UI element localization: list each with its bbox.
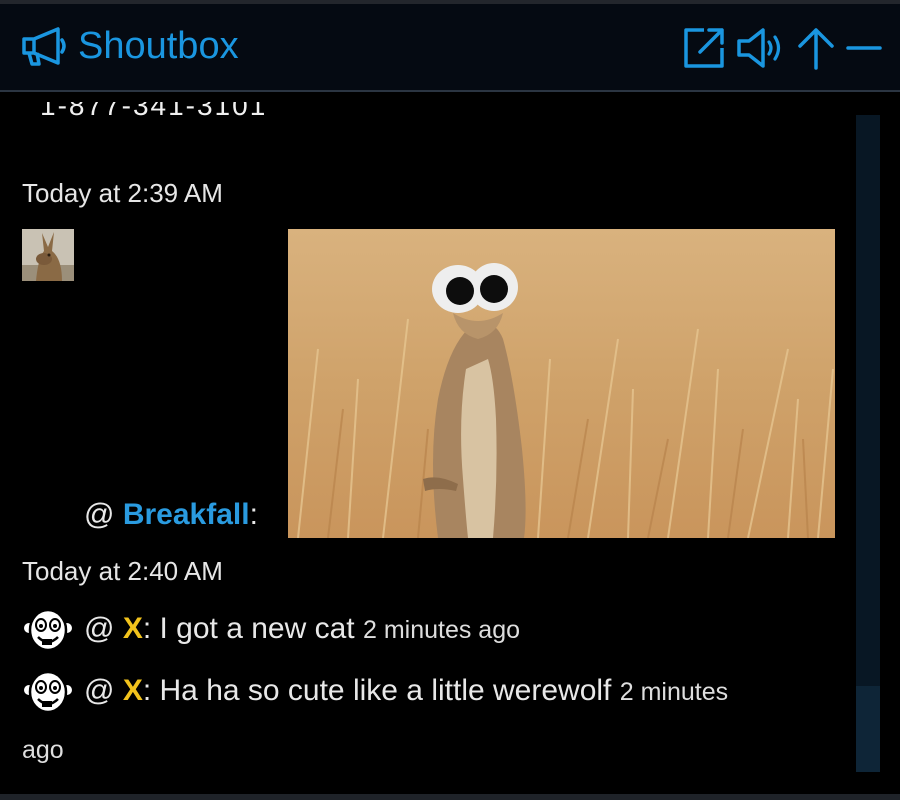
shoutbox-header: Shoutbox xyxy=(0,4,900,92)
message-time: ago xyxy=(22,736,64,764)
clipped-message-text: 1-877-341-3101 xyxy=(40,102,268,121)
avatar[interactable] xyxy=(22,229,74,281)
message-colon: : xyxy=(142,674,152,707)
avatar[interactable] xyxy=(22,606,74,654)
chat-message: @ X: Ha ha so cute like a little werewol… xyxy=(84,674,728,708)
shoutbox-title: Shoutbox xyxy=(78,25,239,67)
message-time: 2 minutes ago xyxy=(362,616,521,644)
message-text: Ha ha so cute like a little werewolf xyxy=(151,674,620,707)
mention-symbol[interactable]: @ xyxy=(84,674,114,707)
mention-symbol[interactable]: @ xyxy=(84,612,114,645)
scrollbar-thumb[interactable] xyxy=(856,686,880,772)
window-bottom-border xyxy=(0,794,900,800)
message-breakfall: @ Breakfall: xyxy=(84,498,258,532)
username-link[interactable]: X xyxy=(123,674,143,707)
scrollbar-track[interactable] xyxy=(856,115,880,772)
popout-icon[interactable] xyxy=(682,26,726,70)
minimize-icon[interactable] xyxy=(846,26,882,70)
avatar[interactable] xyxy=(22,668,74,716)
arrow-up-icon[interactable] xyxy=(796,26,836,70)
mention-symbol[interactable]: @ xyxy=(84,498,114,531)
header-toolbar xyxy=(682,26,882,70)
message-colon: : xyxy=(142,612,152,645)
message-time-wrap: ago xyxy=(22,732,64,766)
username-link[interactable]: X xyxy=(123,612,143,645)
speaker-icon[interactable] xyxy=(736,26,786,70)
timestamp: Today at 2:39 AM xyxy=(22,178,223,208)
message-text: I got a new cat xyxy=(151,612,363,645)
message-colon: : xyxy=(249,498,258,531)
message-time: 2 minutes xyxy=(619,678,729,706)
megaphone-icon xyxy=(22,27,66,66)
username-link[interactable]: Breakfall xyxy=(123,498,250,531)
timestamp: Today at 2:40 AM xyxy=(22,556,223,586)
meerkat-gif-image[interactable] xyxy=(288,229,835,538)
chat-message: @ X: I got a new cat 2 minutes ago xyxy=(84,612,520,646)
shoutbox-brand: Shoutbox xyxy=(20,24,239,68)
